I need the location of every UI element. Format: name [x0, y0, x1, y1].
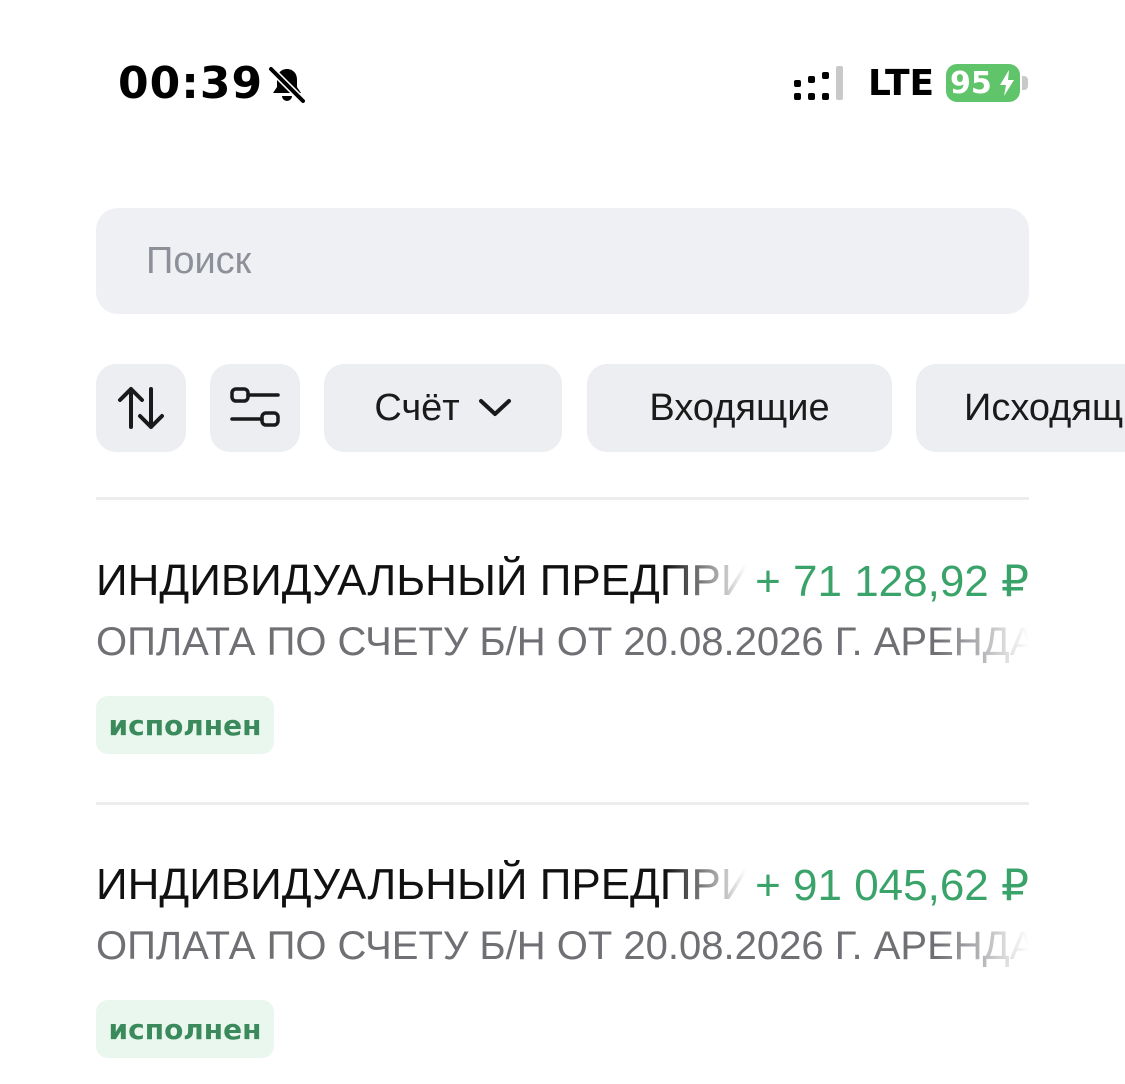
incoming-filter-chip[interactable]: Входящие — [587, 364, 892, 452]
sort-arrows-icon — [118, 387, 164, 429]
divider — [96, 497, 1029, 500]
sort-button[interactable] — [96, 364, 186, 452]
bolt-icon — [1000, 70, 1014, 96]
status-badge: исполнен — [96, 696, 274, 754]
status-bar: 00:39 LTE 95 — [0, 0, 1125, 170]
battery-charging-icon: 95 — [946, 64, 1020, 102]
filter-button[interactable] — [210, 364, 300, 452]
chevron-down-icon — [478, 399, 511, 416]
transaction-item[interactable]: ИНДИВИДУАЛЬНЫЙ ПРЕДПРИНИМАТЕЛЬ + 71 128,… — [96, 556, 1029, 816]
status-time: 00:39 — [118, 58, 264, 109]
divider — [96, 802, 1029, 805]
status-badge: исполнен — [96, 1000, 274, 1058]
transaction-counterparty: ИНДИВИДУАЛЬНЫЙ ПРЕДПРИНИМАТЕЛЬ — [96, 556, 746, 605]
transaction-description: ОПЛАТА ПО СЧЕТУ Б/Н ОТ 20.08.2026 Г. АРЕ… — [96, 924, 1029, 968]
battery-level: 95 — [950, 66, 992, 101]
network-type: LTE — [868, 63, 935, 104]
search-input[interactable] — [96, 208, 1029, 314]
outgoing-filter-chip[interactable]: Исходящие — [916, 364, 1125, 452]
transaction-item[interactable]: ИНДИВИДУАЛЬНЫЙ ПРЕДПРИНИМАТЕЛЬ + 91 045,… — [96, 860, 1029, 1084]
transaction-amount: + 91 045,62 ₽ — [755, 861, 1029, 910]
bell-slash-icon — [267, 65, 307, 105]
transaction-description: ОПЛАТА ПО СЧЕТУ Б/Н ОТ 20.08.2026 Г. АРЕ… — [96, 620, 1029, 664]
transaction-amount: + 71 128,92 ₽ — [755, 557, 1029, 606]
battery-cap — [1022, 76, 1028, 90]
transaction-counterparty: ИНДИВИДУАЛЬНЫЙ ПРЕДПРИНИМАТЕЛЬ — [96, 860, 746, 909]
transactions-screen: 00:39 LTE 95 Поиск Счёт Входящие Исходящ… — [0, 0, 1125, 1084]
outgoing-filter-label: Исходящие — [964, 386, 1125, 429]
account-filter-label: Счёт — [374, 386, 460, 429]
search-box[interactable] — [96, 208, 1029, 314]
incoming-filter-label: Входящие — [649, 386, 830, 429]
filter-sliders-icon — [230, 387, 280, 427]
account-filter-dropdown[interactable]: Счёт — [324, 364, 562, 452]
signal-icon — [794, 66, 843, 100]
